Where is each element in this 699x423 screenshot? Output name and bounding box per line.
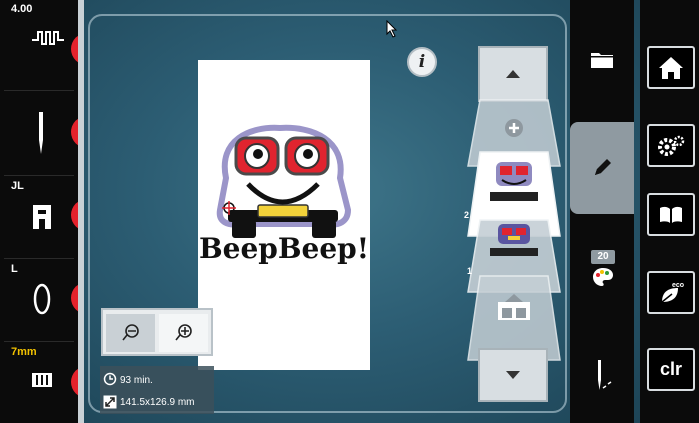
needle-cell[interactable] (4, 92, 74, 176)
tab-file[interactable] (591, 50, 613, 73)
book-icon (660, 206, 682, 223)
clear-label: clr (659, 359, 683, 379)
palette-icon (593, 268, 613, 286)
scroll-up-button[interactable] (478, 46, 548, 102)
feed-dog-value: 7mm (11, 346, 37, 358)
design-size: 141.5x126.9 mm (120, 397, 195, 408)
feed-dog-icon (32, 373, 52, 387)
settings-button[interactable] (647, 124, 695, 167)
zoom-controls (101, 308, 213, 356)
presser-foot-value: JL (11, 180, 24, 192)
zoom-in-button[interactable] (159, 314, 208, 352)
clear-button[interactable]: clr (647, 348, 695, 391)
clock-icon (103, 372, 117, 386)
tab-stitch[interactable] (594, 358, 614, 397)
eco-leaf-icon: eco (661, 282, 684, 303)
needle-stitch-icon (598, 360, 612, 390)
folder-icon (591, 53, 613, 68)
stitch-length-cell[interactable]: 4.00 (4, 0, 74, 91)
scroll-down-button[interactable] (478, 348, 548, 402)
hoop-fabric[interactable]: BeepBeep! (198, 60, 370, 370)
layer-cards[interactable] (458, 96, 570, 366)
stitch-info-panel: 93 min. 141.5x126.9 mm (100, 366, 214, 414)
design-caption: BeepBeep! (199, 232, 369, 265)
stitch-length-value: 4.00 (11, 3, 33, 15)
feed-dog-cell[interactable]: 7mm (4, 343, 74, 421)
presser-foot-cell[interactable]: JL (4, 177, 74, 259)
presser-foot-icon (33, 205, 51, 229)
needle-icon (39, 112, 43, 154)
gear-icon (658, 135, 685, 156)
arrow-down-icon (506, 371, 520, 379)
home-icon (659, 56, 683, 79)
resize-icon (103, 395, 117, 409)
zoom-out-icon (121, 324, 139, 341)
layer-number-2: 2 (464, 210, 470, 220)
tab-strip: 20 (570, 0, 634, 423)
pencil-icon (595, 159, 611, 175)
status-panel: 4.00 JL L 7mm (0, 0, 76, 423)
layer-stack: 2 1 (458, 30, 570, 410)
needle-plate-value: L (11, 263, 18, 275)
zoom-out-button[interactable] (106, 314, 155, 352)
stitch-tension-icon (32, 31, 64, 45)
stitch-time: 93 min. (120, 375, 153, 386)
layer-number-1: 1 (467, 266, 473, 276)
color-count-badge: 20 (591, 250, 615, 264)
help-button[interactable] (647, 193, 695, 236)
eco-button[interactable]: eco (647, 271, 695, 314)
svg-text:eco: eco (672, 282, 684, 289)
zoom-in-icon (174, 324, 192, 341)
arrow-up-icon (506, 70, 520, 78)
car-design-image[interactable]: BeepBeep! (198, 60, 370, 370)
info-button[interactable]: i (407, 47, 437, 77)
system-buttons: eco clr (640, 0, 699, 423)
mouse-pointer-icon (386, 20, 398, 38)
crosshair-icon (222, 201, 236, 215)
tab-edit[interactable] (570, 122, 634, 214)
needle-plate-cell[interactable]: L (4, 260, 74, 342)
needle-plate-icon (33, 283, 51, 315)
home-button[interactable] (647, 46, 695, 89)
